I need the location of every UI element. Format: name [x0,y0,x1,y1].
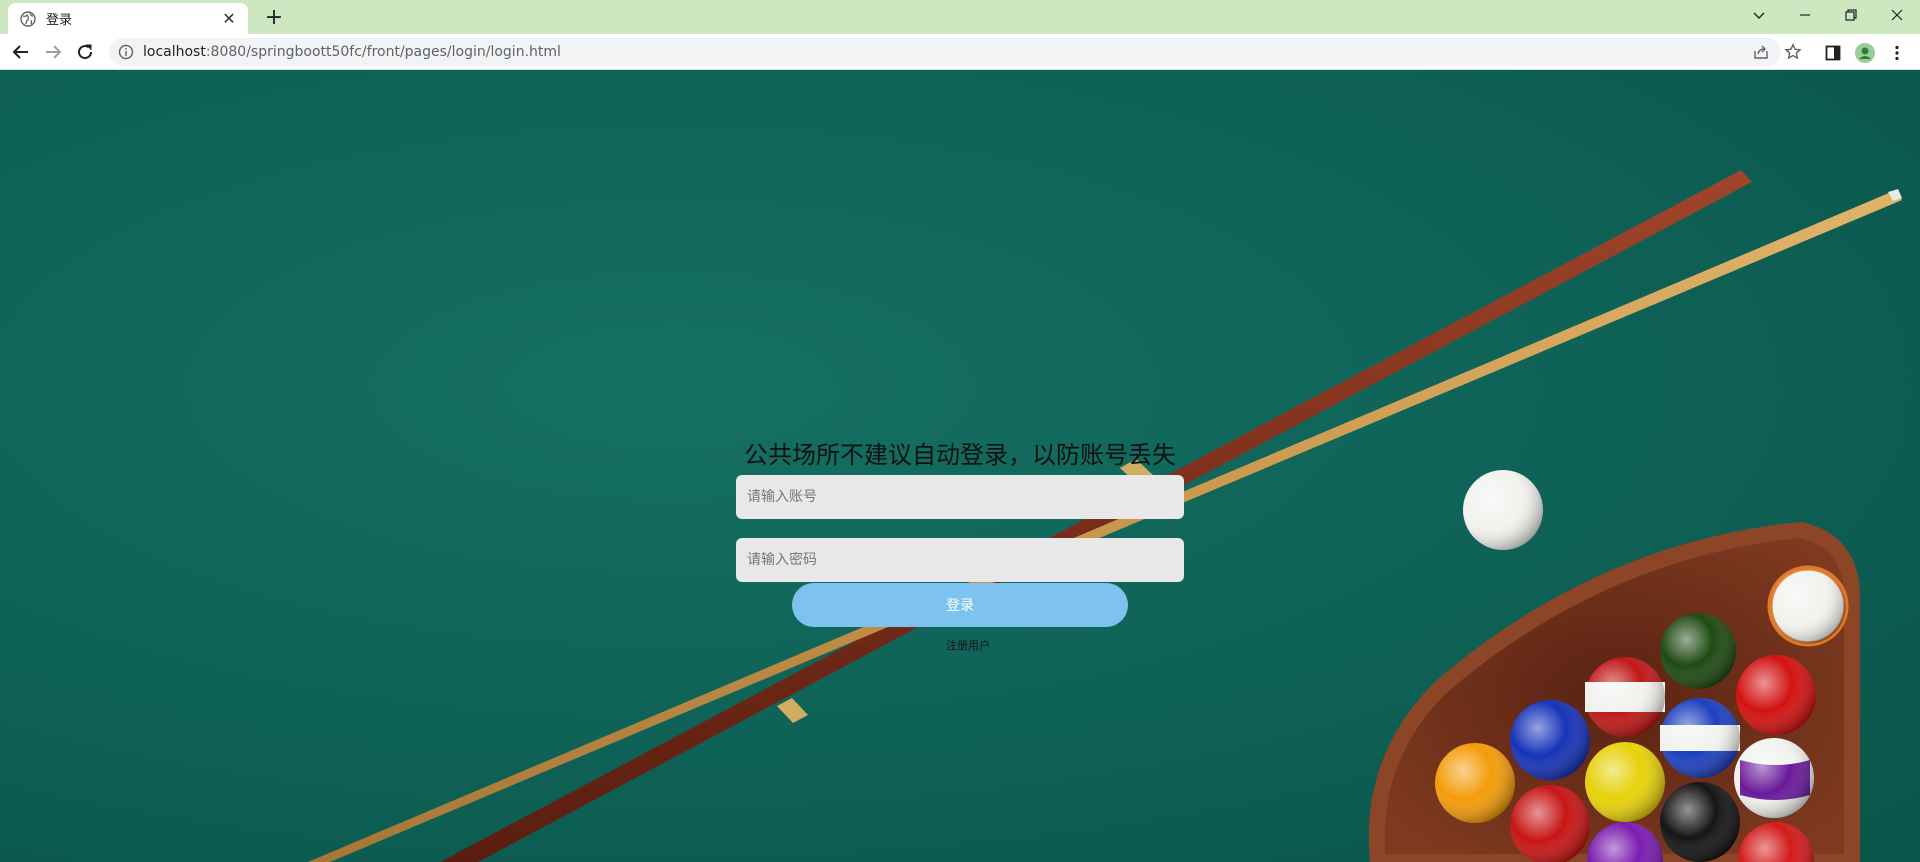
register-link[interactable]: 注册用户 [736,637,1200,653]
address-bar[interactable]: localhost:8080/springboott50fc/front/pag… [109,38,1802,66]
reload-icon[interactable] [71,38,99,66]
restore-icon[interactable] [1828,0,1874,30]
share-icon[interactable] [1752,43,1770,61]
login-page: 公共场所不建议自动登录，以防账号丢失 登录 注册用户 [0,70,1920,862]
globe-icon [20,10,36,27]
close-window-icon[interactable] [1874,0,1920,30]
url-text[interactable]: localhost:8080/springboott50fc/front/pag… [143,44,561,60]
tab-search-icon[interactable] [1736,0,1782,30]
new-tab-button[interactable]: + [260,5,288,33]
password-input[interactable] [736,538,1184,582]
tab-close-icon[interactable]: ✕ [220,9,238,28]
account-input[interactable] [736,475,1184,519]
profile-icon[interactable] [1855,43,1875,63]
login-button[interactable]: 登录 [792,583,1128,627]
browser-tab[interactable]: 登录 ✕ [8,3,248,34]
kebab-menu-icon[interactable] [1887,43,1907,63]
browser-toolbar: localhost:8080/springboott50fc/front/pag… [0,34,1920,70]
info-icon[interactable] [118,44,134,60]
auto-login-notice: 公共场所不建议自动登录，以防账号丢失 [744,441,1176,469]
login-form: 公共场所不建议自动登录，以防账号丢失 登录 注册用户 [736,435,1184,675]
tab-title: 登录 [46,13,73,28]
browser-tab-strip: 登录 ✕ + [0,0,1920,34]
star-icon[interactable] [1784,43,1802,61]
forward-arrow-icon[interactable] [39,38,67,66]
side-panel-icon[interactable] [1823,43,1843,63]
back-arrow-icon[interactable] [7,38,35,66]
minimize-icon[interactable] [1782,0,1828,30]
